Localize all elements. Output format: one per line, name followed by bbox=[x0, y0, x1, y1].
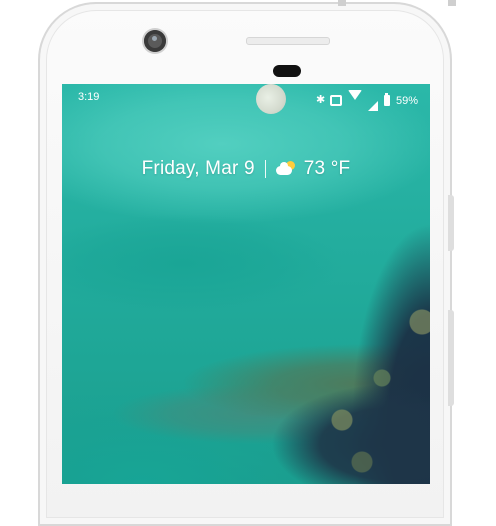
top-antenna-line bbox=[338, 0, 346, 6]
partly-cloudy-icon bbox=[275, 161, 296, 177]
signal-icon bbox=[367, 90, 378, 111]
wallpaper-reef bbox=[282, 224, 430, 484]
bluetooth-icon: ✱ bbox=[315, 94, 326, 106]
wifi-icon bbox=[347, 90, 362, 111]
power-button[interactable] bbox=[448, 195, 454, 251]
date-label[interactable]: Friday, Mar 9 bbox=[142, 158, 255, 180]
top-antenna-line bbox=[448, 0, 456, 6]
vibrate-icon bbox=[329, 95, 342, 106]
earpiece-speaker bbox=[246, 37, 330, 45]
volume-rocker[interactable] bbox=[448, 310, 454, 406]
at-a-glance[interactable]: Friday, Mar 9 73 °F bbox=[62, 158, 430, 180]
status-icons: ✱ 59% bbox=[316, 90, 418, 111]
status-bar[interactable]: 3:19 ✱ 59% bbox=[62, 84, 430, 111]
glance-divider bbox=[264, 160, 266, 178]
proximity-sensor bbox=[273, 65, 301, 77]
front-camera bbox=[144, 30, 166, 52]
temperature-label[interactable]: 73 °F bbox=[304, 158, 351, 180]
battery-percent: 59% bbox=[395, 94, 418, 107]
battery-icon bbox=[383, 93, 390, 106]
status-time: 3:19 bbox=[78, 91, 100, 103]
lock-screen[interactable]: 3:19 ✱ 59% Friday, Mar 9 73 °F bbox=[62, 84, 430, 484]
